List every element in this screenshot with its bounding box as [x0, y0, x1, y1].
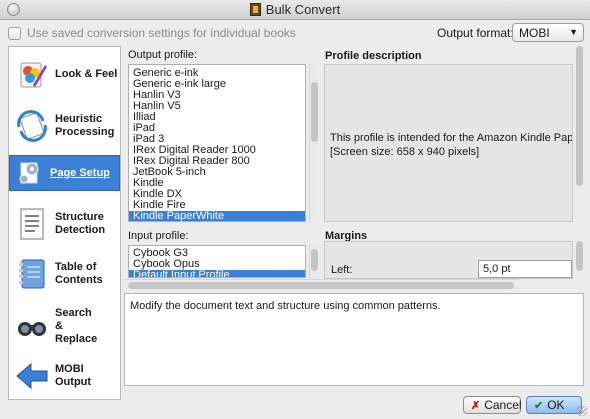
left-margin-label: Left: — [331, 264, 353, 276]
input-profile-list[interactable]: Cybook G3 Cybook Opus Default Input Prof… — [128, 245, 306, 278]
mobi-output-icon — [15, 359, 49, 393]
list-item-selected[interactable]: Kindle PaperWhite — [129, 211, 305, 221]
scroll-thumb[interactable] — [128, 282, 514, 289]
sidebar-item-label-2: Contents — [55, 274, 103, 286]
window-title: Bulk Convert — [265, 2, 341, 17]
output-format-select[interactable]: MOBI ▼ — [512, 23, 584, 42]
saved-settings-checkbox[interactable] — [8, 26, 21, 40]
output-format-value: MOBI — [519, 26, 550, 40]
sidebar-item-label: Search — [55, 306, 92, 319]
margins-scrollbar[interactable] — [575, 241, 584, 279]
window-title-group: Bulk Convert — [249, 2, 341, 17]
sidebar-item-label-2: & — [55, 319, 63, 332]
sidebar-item-label: Table of — [55, 261, 97, 273]
output-profile-list[interactable]: Generic e-ink Generic e-ink large Hanlin… — [128, 64, 306, 222]
cancel-button-label: Cancel — [484, 398, 522, 412]
profile-description-panel: This profile is intended for the Amazon … — [324, 64, 573, 222]
close-window-button[interactable] — [7, 3, 20, 16]
sidebar-item-label: Look & Feel — [55, 67, 118, 80]
sidebar-item-heuristic-processing[interactable]: Heuristic Processing — [9, 99, 120, 153]
calibre-book-icon — [249, 3, 261, 16]
sidebar-item-label: Page Setup — [50, 166, 110, 179]
title-bar: Bulk Convert — [0, 0, 590, 20]
heuristic-processing-icon — [15, 109, 49, 143]
input-profile-scrollbar[interactable] — [309, 245, 318, 278]
page-setup-icon — [16, 159, 44, 187]
sidebar-item-mobi-output[interactable]: MOBI Output — [9, 349, 120, 403]
settings-sidebar: Look & Feel Heuristic Processing Page Se… — [8, 46, 121, 400]
left-margin-input[interactable]: 5,0 pt — [478, 260, 572, 278]
sidebar-item-label: MOBI Output — [55, 363, 92, 388]
sidebar-item-structure-detection[interactable]: Structure Detection — [9, 197, 120, 251]
profile-description-line-1: This profile is intended for the Amazon … — [330, 132, 573, 144]
output-profile-scrollbar[interactable] — [309, 64, 318, 222]
sidebar-item-label: Heuristic — [55, 113, 103, 125]
right-scrollbar[interactable] — [575, 46, 584, 222]
saved-settings-label: Use saved conversion settings for indivi… — [27, 26, 296, 40]
search-replace-icon — [15, 309, 49, 343]
sidebar-item-look-and-feel[interactable]: Look & Feel — [9, 47, 120, 101]
sidebar-item-label: Structure — [55, 211, 104, 223]
cancel-icon: ✗ — [471, 399, 481, 412]
ok-button-label: OK — [547, 398, 565, 412]
horizontal-scrollbar[interactable] — [124, 279, 519, 290]
list-item-selected[interactable]: Default Input Profile — [129, 270, 305, 277]
scroll-thumb[interactable] — [576, 46, 583, 186]
scroll-thumb[interactable] — [576, 241, 583, 271]
list-item[interactable]: Illiad — [129, 112, 305, 123]
saved-settings-checkbox-row[interactable]: Use saved conversion settings for indivi… — [8, 26, 296, 40]
checkmark-icon: ✔ — [534, 399, 544, 412]
look-and-feel-icon — [15, 57, 49, 91]
ok-button[interactable]: ✔ OK — [526, 396, 582, 414]
scroll-thumb[interactable] — [311, 249, 318, 271]
sidebar-item-search-replace[interactable]: Search & Replace — [9, 299, 120, 353]
resize-grip-icon[interactable] — [577, 406, 587, 416]
cancel-button[interactable]: ✗ Cancel — [463, 396, 522, 414]
profile-description-heading: Profile description — [325, 50, 422, 62]
sidebar-item-page-setup[interactable]: Page Setup — [9, 155, 120, 191]
scroll-thumb[interactable] — [311, 82, 318, 142]
structure-detection-icon — [15, 207, 49, 241]
output-profile-label: Output profile: — [128, 49, 198, 61]
profile-description-line-2: [Screen size: 658 x 940 pixels] — [330, 146, 480, 158]
input-profile-label: Input profile: — [128, 230, 189, 242]
chevron-down-icon: ▼ — [569, 27, 578, 37]
output-format-label: Output format: — [437, 26, 514, 40]
margins-panel: Left: 5,0 pt — [324, 241, 573, 279]
sidebar-item-table-of-contents[interactable]: Table of Contents — [9, 247, 120, 301]
sidebar-item-label-3: Replace — [55, 332, 98, 345]
table-of-contents-icon — [15, 257, 49, 291]
sidebar-item-label-2: Detection — [55, 224, 106, 236]
sidebar-item-label-2: Processing — [55, 126, 115, 138]
help-text-box: Modify the document text and structure u… — [124, 293, 584, 386]
